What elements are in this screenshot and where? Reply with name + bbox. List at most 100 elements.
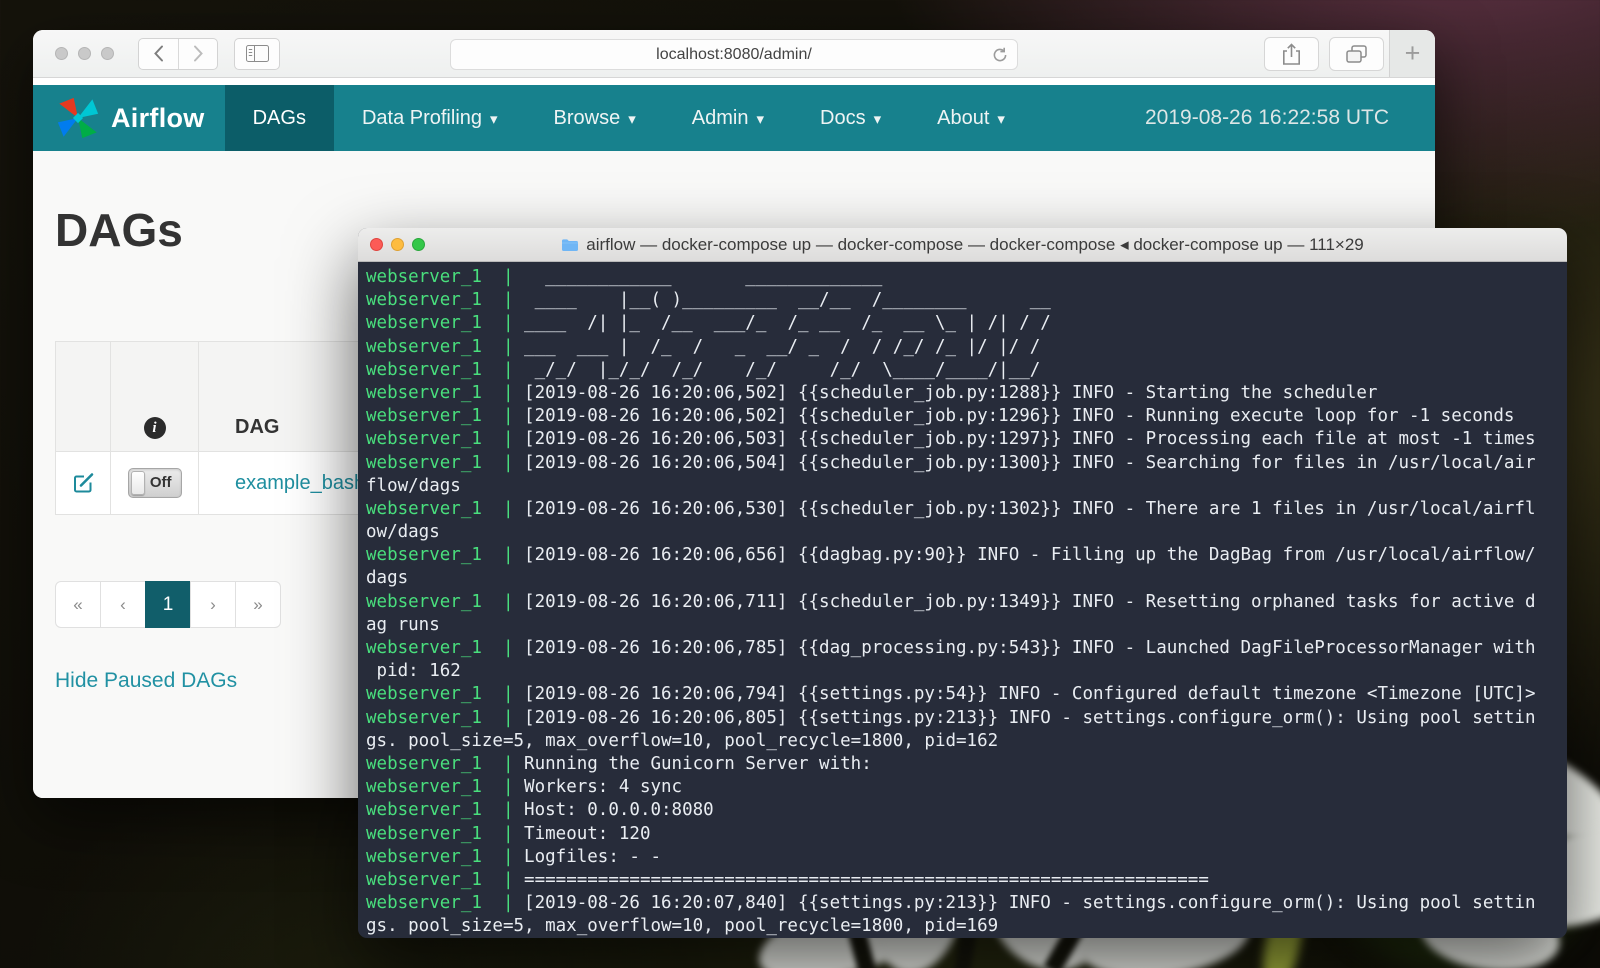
nav-item-about[interactable]: About▾ — [909, 85, 1033, 151]
log-text: [2019-08-26 16:20:06,502] {{scheduler_jo… — [524, 406, 1514, 426]
page-button[interactable]: « — [55, 581, 101, 628]
log-text: [2019-08-26 16:20:06,503] {{scheduler_jo… — [524, 429, 1535, 449]
nav-item-data-profiling[interactable]: Data Profiling▾ — [334, 85, 526, 151]
terminal-log-line: webserver_1 | [2019-08-26 16:20:06,503] … — [366, 428, 1567, 451]
container-name-prefix: webserver_1 | — [366, 499, 524, 519]
container-name-prefix: webserver_1 | — [366, 638, 524, 658]
minimize-button[interactable] — [391, 238, 404, 251]
close-button[interactable] — [55, 47, 68, 60]
terminal-output: webserver_1 | ____________ _____________… — [358, 262, 1567, 938]
log-text: ____ |__( )_________ __/__ /________ __ — [524, 290, 1051, 310]
url-text: localhost:8080/admin/ — [656, 46, 812, 64]
cell-edit — [56, 452, 111, 514]
log-text: [2019-08-26 16:20:06,530] {{scheduler_jo… — [524, 499, 1535, 519]
tabs-icon — [1346, 45, 1367, 64]
container-name-prefix: webserver_1 | — [366, 383, 524, 403]
log-text: ow/dags — [366, 522, 440, 542]
log-text: [2019-08-26 16:20:06,805] {{settings.py:… — [524, 708, 1535, 728]
chevron-down-icon: ▾ — [756, 110, 764, 128]
terminal-log-line: webserver_1 | ____ /| |_ /__ ___/_ /_ __… — [366, 312, 1567, 335]
log-text: [2019-08-26 16:20:06,794] {{settings.py:… — [524, 684, 1535, 704]
hide-paused-link[interactable]: Hide Paused DAGs — [55, 669, 237, 693]
log-text: _/_/ |_/_/ /_/ /_/ /_/ \____/____/|__/ — [524, 360, 1040, 380]
terminal-log-line: webserver_1 | [2019-08-26 16:20:06,656] … — [366, 544, 1567, 567]
chevron-down-icon: ▾ — [490, 110, 498, 128]
container-name-prefix: webserver_1 | — [366, 545, 524, 565]
toggle-knob — [131, 471, 145, 495]
forward-button[interactable] — [178, 39, 217, 69]
terminal-log-line: webserver_1 | Logfiles: - - — [366, 846, 1567, 869]
container-name-prefix: webserver_1 | — [366, 754, 524, 774]
container-name-prefix: webserver_1 | — [366, 893, 524, 913]
log-text: [2019-08-26 16:20:06,504] {{scheduler_jo… — [524, 453, 1535, 473]
page-title: DAGs — [55, 203, 183, 257]
terminal-log-line: pid: 162 — [366, 660, 1567, 683]
container-name-prefix: webserver_1 | — [366, 313, 524, 333]
terminal-title: airflow — docker-compose up — docker-com… — [586, 235, 1364, 255]
zoom-button[interactable] — [412, 238, 425, 251]
terminal-log-line: webserver_1 | [2019-08-26 16:20:06,785] … — [366, 637, 1567, 660]
dag-column-header: DAG — [235, 416, 279, 439]
nav-item-label: DAGs — [253, 107, 306, 130]
back-button[interactable] — [139, 39, 178, 69]
chevron-right-icon — [193, 45, 204, 62]
log-text: flow/dags — [366, 476, 461, 496]
terminal-log-line: webserver_1 | [2019-08-26 16:20:06,711] … — [366, 591, 1567, 614]
airflow-logo-icon — [55, 95, 101, 141]
pagination: «‹1›» — [55, 581, 281, 628]
nav-item-label: About — [937, 107, 989, 130]
sidebar-toggle-button[interactable] — [234, 38, 280, 70]
brand-title: Airflow — [111, 103, 205, 134]
container-name-prefix: webserver_1 | — [366, 592, 524, 612]
desktop-background: { "browser": { "toolbar": { "url": "loca… — [0, 0, 1600, 968]
container-name-prefix: webserver_1 | — [366, 800, 524, 820]
log-text: gs. pool_size=5, max_overflow=10, pool_r… — [366, 731, 998, 751]
new-tab-button[interactable]: + — [1389, 30, 1435, 77]
log-text: ____ /| |_ /__ ___/_ /_ __ /_ __ \_ | /|… — [524, 313, 1051, 333]
container-name-prefix: webserver_1 | — [366, 824, 524, 844]
page-top-gap — [33, 78, 1435, 85]
nav-item-dags[interactable]: DAGs — [225, 85, 334, 151]
terminal-window-controls — [370, 238, 425, 251]
nav-item-docs[interactable]: Docs▾ — [792, 85, 909, 151]
airflow-brand[interactable]: Airflow — [33, 85, 225, 151]
tab-overview-button[interactable] — [1329, 37, 1384, 71]
log-text: [2019-08-26 16:20:07,840] {{settings.py:… — [524, 893, 1535, 913]
container-name-prefix: webserver_1 | — [366, 429, 524, 449]
log-text: Host: 0.0.0.0:8080 — [524, 800, 714, 820]
zoom-button[interactable] — [101, 47, 114, 60]
terminal-log-line: webserver_1 | [2019-08-26 16:20:06,502] … — [366, 405, 1567, 428]
log-text: ___ ___ | /_ / _ __/ _ / / /_/ /_ |/ |/ … — [524, 337, 1040, 357]
chevron-down-icon: ▾ — [628, 110, 636, 128]
edit-dag-icon[interactable] — [72, 472, 95, 495]
navbar-items: DAGsData Profiling▾Browse▾Admin▾Docs▾Abo… — [225, 85, 1145, 151]
close-button[interactable] — [370, 238, 383, 251]
nav-item-admin[interactable]: Admin▾ — [664, 85, 792, 151]
log-text: [2019-08-26 16:20:06,502] {{scheduler_jo… — [524, 383, 1377, 403]
nav-item-browse[interactable]: Browse▾ — [526, 85, 664, 151]
terminal-log-line: webserver_1 | ==========================… — [366, 869, 1567, 892]
page-button[interactable]: » — [235, 581, 281, 628]
container-name-prefix: webserver_1 | — [366, 870, 524, 890]
page-button[interactable]: › — [190, 581, 236, 628]
address-bar[interactable]: localhost:8080/admin/ — [450, 39, 1018, 70]
pause-toggle[interactable]: Off — [128, 468, 182, 498]
page-button-current[interactable]: 1 — [145, 581, 191, 628]
container-name-prefix: webserver_1 | — [366, 360, 524, 380]
container-name-prefix: webserver_1 | — [366, 337, 524, 357]
airflow-navbar: Airflow DAGs Data Profiling▾Browse▾Admin▾… — [33, 85, 1435, 151]
share-button[interactable] — [1264, 37, 1319, 71]
reload-button[interactable] — [992, 47, 1008, 68]
log-text: ____________ _____________ — [524, 267, 882, 287]
log-text: ========================================… — [524, 870, 1209, 890]
chevron-left-icon — [153, 45, 164, 62]
container-name-prefix: webserver_1 | — [366, 847, 524, 867]
log-text: ag runs — [366, 615, 440, 635]
terminal-log-line: ag runs — [366, 614, 1567, 637]
minimize-button[interactable] — [78, 47, 91, 60]
page-button[interactable]: ‹ — [100, 581, 146, 628]
utc-clock: 2019-08-26 16:22:58 UTC — [1145, 85, 1435, 151]
container-name-prefix: webserver_1 | — [366, 684, 524, 704]
terminal-log-line: webserver_1 | [2019-08-26 16:20:06,805] … — [366, 707, 1567, 730]
container-name-prefix: webserver_1 | — [366, 453, 524, 473]
